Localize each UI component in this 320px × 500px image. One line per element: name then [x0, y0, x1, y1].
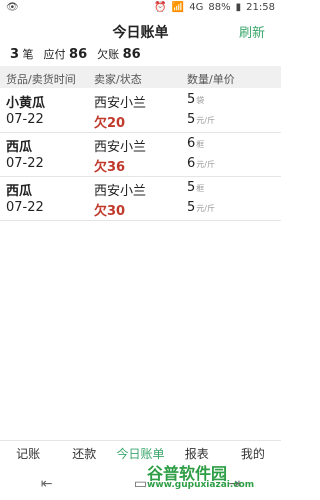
sale-date: 07-22	[6, 156, 44, 171]
battery-level: 88%	[208, 2, 231, 13]
title-bar: 今日账单 刷新	[0, 16, 281, 44]
table-row[interactable]: 小黄瓜 07-22 西安小兰 欠20 5袋 5元/斤	[0, 88, 281, 133]
seller-name: 西安小兰	[94, 140, 147, 155]
battery-icon: ▮	[235, 2, 242, 13]
debt-status: 欠36	[94, 160, 126, 175]
seller-name: 西安小兰	[94, 184, 147, 199]
watermark-url: www.gupuxiazai.com	[147, 480, 255, 490]
tab-repay[interactable]: 还款	[56, 440, 112, 466]
unit-price: 5元/斤	[187, 200, 215, 215]
debt-status: 欠20	[94, 116, 126, 131]
header-seller: 卖家/状态	[94, 73, 142, 86]
product-name: 小黄瓜	[6, 96, 46, 111]
payable-total: 应付 86	[43, 47, 88, 62]
status-indicators: ⏰ 📶 4G 88% ▮ 21:58	[154, 2, 275, 13]
watermark: 谷普软件园 www.gupuxiazai.com	[147, 458, 277, 498]
summary-bar: 3 笔 应付 86 欠账 86	[10, 46, 141, 66]
clock: 21:58	[246, 2, 275, 13]
sale-date: 07-22	[6, 200, 44, 215]
eye-icon: 👁	[6, 2, 19, 13]
header-product: 货品/卖货时间	[6, 73, 76, 86]
back-icon[interactable]: ⇤	[41, 476, 53, 492]
home-icon[interactable]: ▭	[134, 476, 147, 492]
unit-price: 5元/斤	[187, 112, 215, 127]
bill-count: 3 笔	[10, 47, 34, 62]
tab-record[interactable]: 记账	[0, 440, 56, 466]
quantity: 6框	[187, 136, 205, 151]
quantity: 5框	[187, 180, 205, 195]
table-row[interactable]: 西瓜 07-22 西安小兰 欠30 5框 5元/斤	[0, 176, 281, 221]
seller-name: 西安小兰	[94, 96, 147, 111]
product-name: 西瓜	[6, 140, 33, 155]
wifi-icon: 📶	[171, 2, 185, 13]
owed-total: 欠账 86	[97, 47, 141, 62]
table-row[interactable]: 西瓜 07-22 西安小兰 欠36 6框 6元/斤	[0, 132, 281, 177]
status-bar: 👁 ⏰ 📶 4G 88% ▮ 21:58	[0, 0, 281, 16]
unit-price: 6元/斤	[187, 156, 215, 171]
product-name: 西瓜	[6, 184, 33, 199]
quantity: 5袋	[187, 92, 205, 107]
table-header: 货品/卖货时间 卖家/状态 数量/单价	[0, 66, 281, 88]
refresh-button[interactable]: 刷新	[239, 22, 265, 41]
header-quantity: 数量/单价	[187, 73, 235, 86]
network-label: 4G	[189, 2, 204, 13]
alarm-icon: ⏰	[154, 2, 167, 13]
sale-date: 07-22	[6, 112, 44, 127]
nav-divider	[0, 440, 281, 441]
debt-status: 欠30	[94, 204, 126, 219]
